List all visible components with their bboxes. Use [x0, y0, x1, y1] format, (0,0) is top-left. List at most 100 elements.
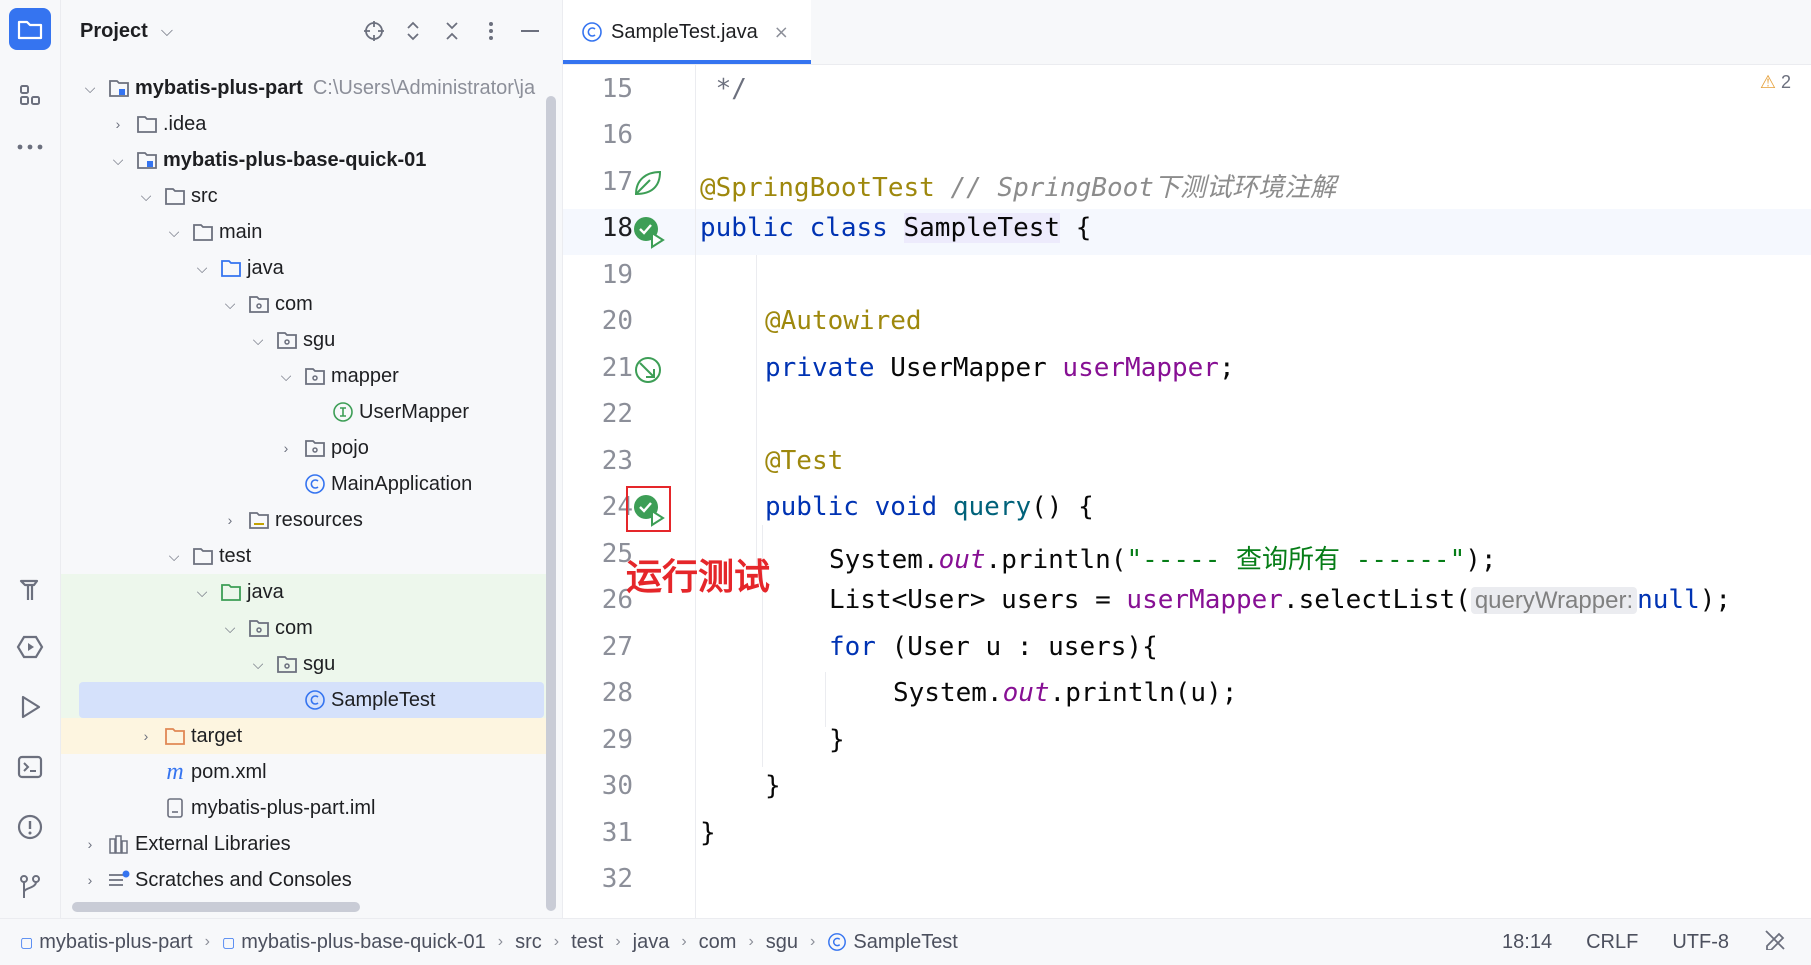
- chevron-down-icon[interactable]: ⌵: [193, 260, 211, 277]
- status-right: 18:14 CRLF UTF-8: [1502, 919, 1787, 965]
- tree-item-external-libraries[interactable]: › External Libraries: [61, 826, 549, 862]
- services-icon[interactable]: [9, 626, 51, 668]
- chevron-down-icon[interactable]: ⌵: [221, 296, 239, 313]
- breadcrumb-item[interactable]: src: [515, 931, 542, 954]
- breadcrumb-item[interactable]: ▢ mybatis-plus-base-quick-01: [222, 931, 486, 954]
- chevron-right-icon[interactable]: ›: [221, 512, 239, 528]
- tree-path-hint: C:\Users\Administrator\ja: [312, 76, 536, 99]
- folder-icon: [163, 185, 187, 207]
- package-icon: [275, 329, 299, 351]
- breadcrumb-item[interactable]: ▢ mybatis-plus-part: [20, 931, 193, 954]
- line-number: 31: [601, 818, 633, 848]
- chevron-down-icon[interactable]: ⌵: [193, 584, 211, 601]
- test-source-folder-icon: [219, 581, 243, 603]
- line-number: 18: [601, 213, 633, 243]
- tree-item-sampletest[interactable]: SampleTest: [61, 682, 549, 718]
- tree-item-pom[interactable]: m pom.xml: [61, 754, 549, 790]
- chevron-right-icon[interactable]: ›: [137, 728, 155, 744]
- tree-item-main[interactable]: ⌵ main: [61, 214, 549, 250]
- line-number: 27: [601, 632, 633, 662]
- breadcrumb-label: mybatis-plus-part: [39, 930, 193, 953]
- tree-item-iml[interactable]: mybatis-plus-part.iml: [61, 790, 549, 826]
- chevron-down-icon[interactable]: ⌵: [165, 224, 183, 241]
- chevron-down-icon[interactable]: ⌵: [249, 332, 267, 349]
- project-folder-icon[interactable]: [9, 8, 51, 50]
- indent-guide: [756, 255, 757, 565]
- tree-horizontal-scrollbar[interactable]: [72, 902, 360, 912]
- close-icon[interactable]: ×: [774, 22, 789, 43]
- chevron-right-icon[interactable]: ›: [81, 872, 99, 888]
- tree-item-test[interactable]: ⌵ test: [61, 538, 549, 574]
- tree-item-scratches[interactable]: › Scratches and Consoles: [61, 862, 549, 898]
- more-icon[interactable]: [9, 126, 51, 168]
- tree-item-usermapper[interactable]: UserMapper: [61, 394, 549, 430]
- chevron-down-icon[interactable]: ⌵: [109, 152, 127, 169]
- panel-title[interactable]: Project: [80, 20, 148, 43]
- folder-icon: [191, 221, 215, 243]
- tree-item-main-com[interactable]: ⌵ com: [61, 286, 549, 322]
- tree-item-mybatis-plus-part[interactable]: ⌵ mybatis-plus-part C:\Users\Administrat…: [61, 70, 549, 106]
- run-icon[interactable]: [9, 686, 51, 728]
- terminal-icon[interactable]: [9, 746, 51, 788]
- tree-item-pojo[interactable]: › pojo: [61, 430, 549, 466]
- tree-item-main-sgu[interactable]: ⌵ sgu: [61, 322, 549, 358]
- chevron-down-icon[interactable]: ⌵: [249, 656, 267, 673]
- chevron-down-icon[interactable]: ⌵: [165, 548, 183, 565]
- tree-item-test-java[interactable]: ⌵ java: [61, 574, 549, 610]
- minimize-icon[interactable]: [517, 18, 543, 44]
- run-test-class-icon[interactable]: [632, 215, 666, 253]
- line-separator[interactable]: CRLF: [1586, 931, 1638, 954]
- git-icon[interactable]: [9, 866, 51, 908]
- chevron-down-icon[interactable]: ⌵: [154, 18, 180, 44]
- chevron-right-icon[interactable]: ›: [81, 836, 99, 852]
- line-number: 32: [601, 864, 633, 894]
- tree-vertical-scrollbar[interactable]: [546, 96, 556, 911]
- annotation-highlight-box: [626, 486, 671, 532]
- collapse-all-icon[interactable]: [439, 18, 465, 44]
- tree-item-src[interactable]: ⌵ src: [61, 178, 549, 214]
- tree-item-test-sgu[interactable]: ⌵ sgu: [61, 646, 549, 682]
- code-token: out: [1002, 678, 1050, 708]
- file-encoding[interactable]: UTF-8: [1672, 931, 1729, 954]
- breadcrumb-item[interactable]: test: [571, 931, 603, 954]
- tree-item-main-java[interactable]: ⌵ java: [61, 250, 549, 286]
- chevron-right-icon[interactable]: ›: [109, 116, 127, 132]
- class-icon: [303, 473, 327, 495]
- tree-item-idea[interactable]: › .idea: [61, 106, 549, 142]
- problems-icon[interactable]: [9, 806, 51, 848]
- breadcrumb-item[interactable]: com: [699, 931, 737, 954]
- line-number: 26: [601, 585, 633, 615]
- tree-label: target: [191, 724, 243, 747]
- autowired-bean-icon[interactable]: [632, 355, 664, 389]
- package-icon: [303, 437, 327, 459]
- breadcrumb-item[interactable]: sgu: [766, 931, 798, 954]
- tree-item-mainapplication[interactable]: MainApplication: [61, 466, 549, 502]
- readonly-toggle-icon[interactable]: [1763, 928, 1787, 956]
- code-token: SampleTest: [903, 213, 1061, 243]
- warnings-indicator[interactable]: ⚠ 2: [1760, 72, 1791, 93]
- code-token: null: [1637, 585, 1700, 615]
- locate-icon[interactable]: [361, 18, 387, 44]
- maven-icon: m: [166, 758, 184, 785]
- caret-position[interactable]: 18:14: [1502, 931, 1552, 954]
- options-icon[interactable]: [478, 18, 504, 44]
- tree-item-mapper[interactable]: ⌵ mapper: [61, 358, 549, 394]
- tree-item-resources[interactable]: › resources: [61, 502, 549, 538]
- tree-item-target[interactable]: › target: [61, 718, 549, 754]
- tree-item-test-com[interactable]: ⌵ com: [61, 610, 549, 646]
- spring-bean-icon[interactable]: [632, 168, 664, 202]
- structure-icon[interactable]: [9, 74, 51, 116]
- expand-all-icon[interactable]: [400, 18, 426, 44]
- chevron-down-icon[interactable]: ⌵: [277, 368, 295, 385]
- breadcrumb-item[interactable]: java: [633, 931, 670, 954]
- chevron-down-icon[interactable]: ⌵: [81, 80, 99, 97]
- build-icon[interactable]: [9, 568, 51, 610]
- chevron-down-icon[interactable]: ⌵: [137, 188, 155, 205]
- chevron-right-icon: ›: [615, 933, 621, 950]
- tree-item-base-quick[interactable]: ⌵ mybatis-plus-base-quick-01: [61, 142, 549, 178]
- chevron-down-icon[interactable]: ⌵: [221, 620, 239, 637]
- breadcrumb-item[interactable]: SampleTest: [827, 931, 958, 954]
- breadcrumb-label: SampleTest: [853, 930, 958, 953]
- chevron-right-icon[interactable]: ›: [277, 440, 295, 456]
- tab-sampletest[interactable]: SampleTest.java ×: [563, 0, 811, 64]
